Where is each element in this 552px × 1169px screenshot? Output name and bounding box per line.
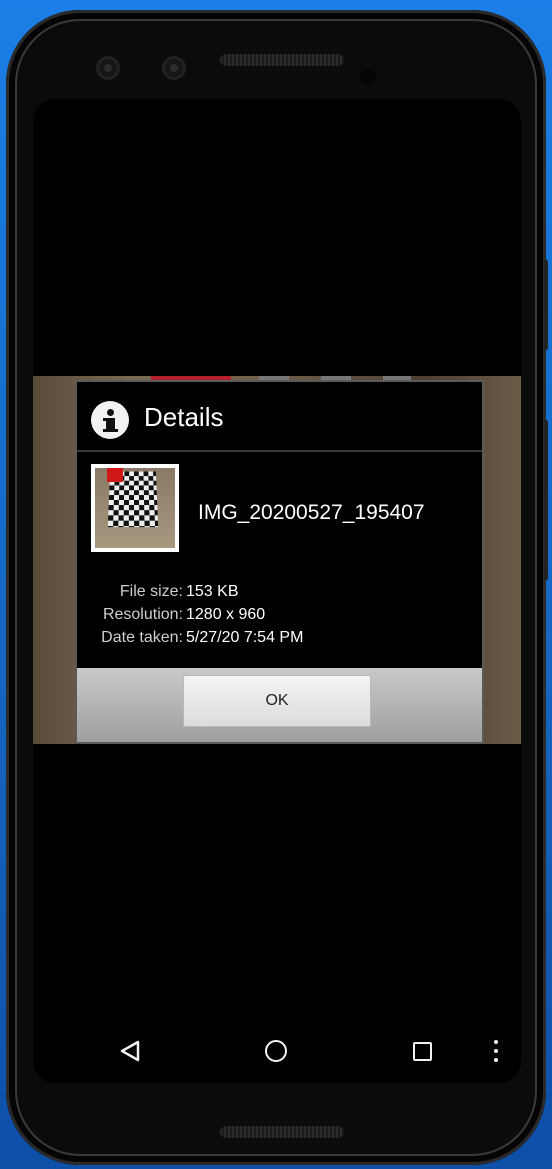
- dialog-title: Details: [144, 402, 224, 432]
- details-list: File size: 153 KB Resolution: 1280 x 960…: [77, 583, 482, 652]
- dialog-button-bar: OK: [77, 668, 482, 742]
- back-triangle-icon[interactable]: [119, 1039, 141, 1063]
- earpiece-speaker: [220, 54, 344, 66]
- header-divider: [77, 450, 482, 452]
- bottom-speaker: [220, 1126, 344, 1138]
- proximity-sensor: [360, 69, 376, 85]
- detail-value: 1280 x 960: [186, 606, 266, 623]
- detail-label: Resolution:: [102, 606, 183, 623]
- detail-value: 153 KB: [186, 583, 239, 600]
- power-button: [544, 260, 548, 350]
- details-dialog: Details IMG_20200527_195407 File size: 1…: [75, 380, 484, 744]
- file-name: IMG_20200527_195407: [198, 501, 425, 524]
- front-camera-icon: [162, 56, 186, 80]
- front-camera-icon: [96, 56, 120, 80]
- volume-button: [544, 420, 548, 580]
- detail-row-date-taken: Date taken: 5/27/20 7:54 PM: [77, 629, 482, 652]
- detail-value: 5/27/20 7:54 PM: [186, 629, 304, 646]
- detail-row-resolution: Resolution: 1280 x 960: [77, 606, 482, 629]
- image-thumbnail: [91, 464, 179, 552]
- ok-button[interactable]: OK: [183, 675, 371, 727]
- more-vertical-icon[interactable]: [494, 1040, 498, 1062]
- phone-screen: Details IMG_20200527_195407 File size: 1…: [33, 99, 521, 1083]
- dialog-header: Details: [77, 382, 482, 450]
- info-icon: [91, 401, 129, 439]
- red-patch: [107, 468, 123, 482]
- home-circle-icon[interactable]: [265, 1040, 287, 1062]
- detail-label: File size:: [119, 583, 183, 600]
- navigation-bar: [33, 1021, 521, 1083]
- detail-label: Date taken:: [101, 629, 183, 646]
- recents-square-icon[interactable]: [413, 1042, 432, 1061]
- detail-row-file-size: File size: 153 KB: [77, 583, 482, 606]
